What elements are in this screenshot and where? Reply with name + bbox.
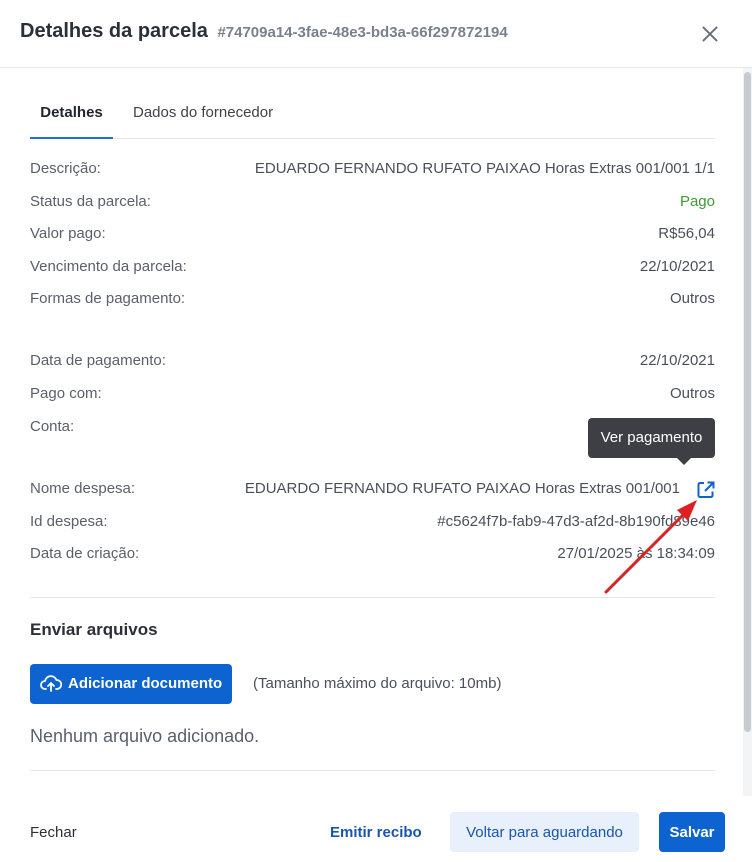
formas-value: Outros (669, 290, 715, 307)
tooltip-arrow (677, 458, 691, 465)
pago-com-value: Outros (669, 385, 715, 402)
row-id-despesa: Id despesa: #c5624f7b-fab9-47d3-af2d-8b1… (30, 513, 715, 535)
close-button[interactable]: Fechar (30, 824, 77, 841)
data-pagamento-value: 22/10/2021 (639, 352, 715, 369)
formas-label: Formas de pagamento: (30, 290, 186, 307)
modal-footer: Fechar Emitir recibo Voltar para aguarda… (0, 796, 752, 862)
divider (30, 770, 715, 771)
valor-label: Valor pago: (30, 225, 106, 242)
files-section-title: Enviar arquivos (30, 620, 158, 639)
id-despesa-value: #c5624f7b-fab9-47d3-af2d-8b190fd89e46 (437, 513, 715, 530)
data-criacao-label: Data de criação: (30, 545, 140, 562)
max-file-size-note: (Tamanho máximo do arquivo: 10mb) (253, 675, 502, 692)
modal-title: Detalhes da parcela #74709a14-3fae-48e3-… (20, 20, 508, 43)
no-files-message: Nenhum arquivo adicionado. (30, 726, 260, 746)
row-status: Status da parcela: Pago (30, 193, 715, 215)
valor-value: R$56,04 (658, 225, 715, 242)
row-data-pagamento: Data de pagamento: 22/10/2021 (30, 352, 715, 374)
modal-title-text: Detalhes da parcela (20, 20, 208, 42)
vencimento-label: Vencimento da parcela: (30, 258, 187, 275)
status-label: Status da parcela: (30, 193, 151, 210)
conta-label: Conta: (30, 418, 75, 435)
issue-receipt-button[interactable]: Emitir recibo (330, 824, 422, 841)
cloud-upload-icon (40, 675, 62, 692)
descricao-value: EDUARDO FERNANDO RUFATO PAIXAO Horas Ext… (254, 160, 715, 177)
add-document-label: Adicionar documento (68, 675, 223, 692)
tab-bar: Detalhes Dados do fornecedor (30, 94, 715, 139)
row-nome-despesa: Nome despesa: EDUARDO FERNANDO RUFATO PA… (30, 480, 680, 502)
tab-detalhes[interactable]: Detalhes (30, 104, 113, 139)
divider (30, 597, 715, 598)
row-data-criacao: Data de criação: 27/01/2025 às 18:34:09 (30, 545, 715, 567)
data-criacao-value: 27/01/2025 às 18:34:09 (557, 545, 715, 562)
pago-com-label: Pago com: (30, 385, 102, 402)
row-valor: Valor pago: R$56,04 (30, 225, 715, 247)
add-document-button[interactable]: Adicionar documento (30, 664, 232, 704)
back-to-pending-button[interactable]: Voltar para aguardando (450, 812, 639, 852)
vencimento-value: 22/10/2021 (639, 258, 715, 275)
nome-despesa-value: EDUARDO FERNANDO RUFATO PAIXAO Horas Ext… (244, 480, 680, 497)
data-pagamento-label: Data de pagamento: (30, 352, 166, 369)
row-formas-pagamento: Formas de pagamento: Outros (30, 290, 715, 312)
tab-dados-fornecedor[interactable]: Dados do fornecedor (133, 104, 273, 121)
tooltip-ver-pagamento: Ver pagamento (588, 418, 715, 458)
scrollbar[interactable] (743, 68, 752, 796)
modal-header: Detalhes da parcela #74709a14-3fae-48e3-… (0, 0, 752, 68)
save-button[interactable]: Salvar (659, 812, 725, 852)
installment-id: #74709a14-3fae-48e3-bd3a-66f297872194 (217, 24, 508, 41)
external-link-icon[interactable] (696, 480, 716, 500)
row-pago-com: Pago com: Outros (30, 385, 715, 407)
row-descricao: Descrição: EDUARDO FERNANDO RUFATO PAIXA… (30, 160, 715, 182)
close-icon[interactable] (696, 20, 724, 48)
nome-despesa-label: Nome despesa: (30, 480, 136, 497)
id-despesa-label: Id despesa: (30, 513, 108, 530)
row-vencimento: Vencimento da parcela: 22/10/2021 (30, 258, 715, 280)
descricao-label: Descrição: (30, 160, 101, 177)
status-value: Pago (679, 193, 715, 210)
scrollbar-thumb[interactable] (744, 72, 751, 732)
